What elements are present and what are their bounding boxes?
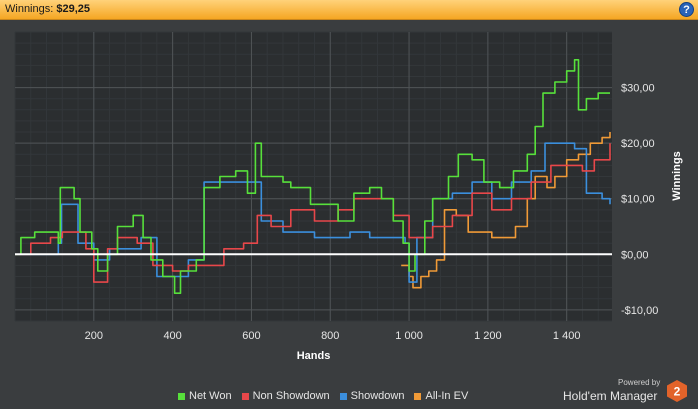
legend-item-net-won[interactable]: Net Won (178, 390, 232, 402)
legend-item-non-showdown[interactable]: Non Showdown (241, 390, 330, 402)
x-tick-label: 200 (85, 330, 103, 342)
y-tick-label: -$10,00 (621, 305, 658, 317)
y-axis-label: Winnings (671, 151, 683, 200)
powered-by-text: Powered by (618, 378, 661, 387)
x-tick-label: 1 400 (553, 330, 581, 342)
brand-name: Hold'em Manager (563, 389, 658, 403)
legend-item-all-in-ev[interactable]: All-In EV (414, 390, 468, 402)
x-tick-label: 600 (242, 330, 260, 342)
x-tick-label: 1 200 (474, 330, 502, 342)
x-tick-label: 800 (321, 330, 339, 342)
legend-label: Net Won (189, 390, 232, 402)
y-tick-label: $30,00 (621, 83, 655, 95)
chart-legend: Net Won Non Showdown Showdown All-In EV (178, 390, 468, 402)
y-tick-label: $10,00 (621, 194, 655, 206)
winnings-value: $29,25 (56, 3, 91, 15)
legend-label: All-In EV (425, 390, 469, 402)
x-tick-label: 400 (163, 330, 181, 342)
winnings-label: Winnings: (5, 3, 54, 15)
legend-label: Showdown (350, 390, 405, 402)
help-icon[interactable]: ? (679, 2, 694, 17)
winnings-title: Winnings: $29,25 (5, 3, 90, 15)
y-tick-label: $20,00 (621, 138, 655, 150)
title-bar: Winnings: $29,25 ? (0, 0, 698, 20)
legend-swatch (414, 392, 422, 400)
x-axis-label: Hands (297, 350, 331, 362)
hem2-logo-icon: 2 (667, 380, 687, 402)
legend-swatch (241, 392, 249, 400)
legend-swatch (178, 392, 185, 400)
legend-swatch (339, 392, 347, 400)
legend-label: Non Showdown (252, 390, 330, 402)
winnings-chart: 200 400 600 800 1 000 1 200 1 400 -$10,00 $0,00 $… (14, 31, 683, 362)
x-tick-label: 1 000 (395, 330, 423, 342)
logo-number: 2 (674, 385, 681, 399)
y-tick-label: $0,00 (621, 249, 649, 261)
legend-item-showdown[interactable]: Showdown (339, 390, 405, 402)
